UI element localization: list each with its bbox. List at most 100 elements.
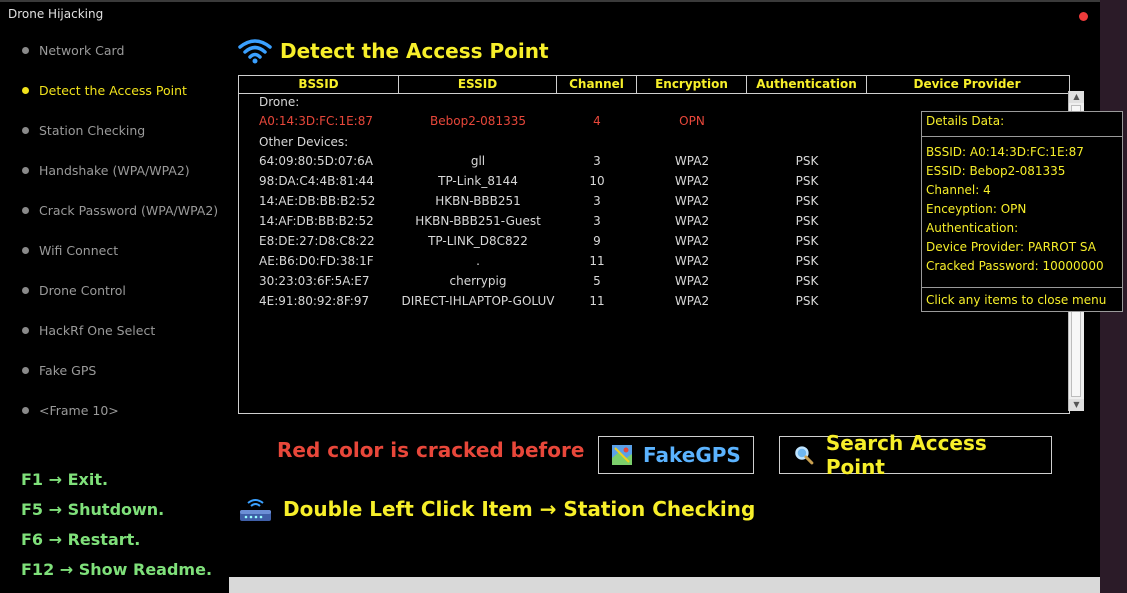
popup-divider bbox=[922, 136, 1122, 137]
cell-essid: DIRECT-IHLAPTOP-GOLUV bbox=[401, 294, 555, 308]
cell-chan: 3 bbox=[593, 154, 601, 168]
sidebar-item[interactable]: <Frame 10> bbox=[22, 400, 119, 420]
popup-divider bbox=[922, 287, 1122, 288]
cell-enc: WPA2 bbox=[674, 274, 710, 288]
shortcut-hint: F5 → Shutdown. bbox=[21, 500, 165, 519]
bullet-icon bbox=[22, 46, 29, 54]
sidebar-item-label: Drone Control bbox=[39, 282, 126, 298]
bullet-icon bbox=[22, 246, 29, 254]
cell-bssid: 14:AF:DB:BB:B2:52 bbox=[259, 214, 374, 228]
cell-essid: HKBN-BBB251 bbox=[435, 194, 521, 208]
hint-row: Double Left Click Item → Station Checkin… bbox=[238, 492, 755, 526]
shortcut-hint: F12 → Show Readme. bbox=[21, 560, 213, 579]
router-icon bbox=[240, 499, 271, 521]
cell-chan: 9 bbox=[593, 234, 601, 248]
cell-chan: 3 bbox=[593, 214, 601, 228]
popup-detail-line: ESSID: Bebop2-081335 bbox=[926, 164, 1066, 178]
cell-bssid: A0:14:3D:FC:1E:87 bbox=[259, 114, 373, 128]
shortcut-hint: F6 → Restart. bbox=[21, 530, 141, 549]
column-header[interactable]: Channel bbox=[557, 76, 637, 93]
column-header[interactable]: Device Provider bbox=[867, 76, 1067, 93]
shortcut-hint: F1 → Exit. bbox=[21, 470, 109, 489]
cell-bssid: 30:23:03:6F:5A:E7 bbox=[259, 274, 370, 288]
title-bar[interactable]: Drone Hijacking bbox=[0, 2, 1100, 26]
popup-detail-line: Device Provider: PARROT SA bbox=[926, 240, 1096, 254]
search-button-label: Search Access Point bbox=[825, 431, 987, 479]
cell-chan: 4 bbox=[593, 114, 601, 128]
fakegps-button[interactable]: FakeGPS bbox=[598, 436, 754, 474]
cell-auth: PSK bbox=[795, 294, 819, 308]
cell-bssid: 64:09:80:5D:07:6A bbox=[259, 154, 374, 168]
cell-bssid: 4E:91:80:92:8F:97 bbox=[259, 294, 370, 308]
sidebar-item[interactable]: HackRf One Select bbox=[22, 320, 155, 340]
fakegps-label: FakeGPS bbox=[643, 443, 741, 467]
popup-detail-line: BSSID: A0:14:3D:FC:1E:87 bbox=[926, 145, 1084, 159]
cell-enc: WPA2 bbox=[674, 294, 710, 308]
cell-auth: PSK bbox=[795, 174, 819, 188]
scroll-up-arrow[interactable]: ▲ bbox=[1069, 91, 1084, 103]
bullet-icon bbox=[22, 406, 29, 414]
popup-detail-line: Authentication: bbox=[926, 221, 1019, 235]
sidebar-item[interactable]: Drone Control bbox=[22, 280, 126, 300]
bullet-icon bbox=[22, 366, 29, 374]
cell-auth: PSK bbox=[795, 234, 819, 248]
cell-enc: WPA2 bbox=[674, 214, 710, 228]
column-header[interactable]: ESSID bbox=[399, 76, 557, 93]
sidebar-item-label: Fake GPS bbox=[39, 362, 97, 378]
cell-enc: WPA2 bbox=[674, 194, 710, 208]
sidebar-item[interactable]: Fake GPS bbox=[22, 360, 96, 380]
sidebar-item-label: Wifi Connect bbox=[39, 242, 119, 258]
cell-essid: . bbox=[476, 254, 480, 268]
sidebar-item[interactable]: Detect the Access Point bbox=[22, 80, 187, 100]
cell-bssid: AE:B6:D0:FD:38:1F bbox=[259, 254, 374, 268]
cell-chan: 11 bbox=[589, 294, 605, 308]
cell-enc: WPA2 bbox=[674, 174, 710, 188]
column-header[interactable]: BSSID bbox=[239, 76, 399, 93]
cell-auth: PSK bbox=[795, 274, 819, 288]
window-title: Drone Hijacking bbox=[8, 7, 104, 21]
close-button[interactable] bbox=[1079, 12, 1088, 21]
group-label: Other Devices: bbox=[259, 135, 349, 149]
sidebar-item-label: Network Card bbox=[39, 42, 125, 58]
sidebar-item[interactable]: Network Card bbox=[22, 40, 124, 60]
cell-chan: 3 bbox=[593, 194, 601, 208]
sidebar-item-label: Detect the Access Point bbox=[39, 82, 187, 98]
cell-essid: TP-LINK_D8C822 bbox=[428, 234, 528, 248]
details-popup[interactable]: Details Data: BSSID: A0:14:3D:FC:1E:87 ES… bbox=[921, 111, 1123, 312]
cell-chan: 5 bbox=[593, 274, 601, 288]
bullet-icon bbox=[22, 206, 29, 214]
group-label: Drone: bbox=[259, 95, 300, 109]
cell-bssid: 98:DA:C4:4B:81:44 bbox=[259, 174, 374, 188]
search-access-point-button[interactable]: Search Access Point bbox=[779, 431, 1052, 479]
sidebar: Network Card Detect the Access Point Stati… bbox=[0, 26, 229, 593]
popup-detail-line: Cracked Password: 10000000 bbox=[926, 259, 1104, 273]
sidebar-item-label: Handshake (WPA/WPA2) bbox=[39, 162, 190, 178]
cell-bssid: 14:AE:DB:BB:B2:52 bbox=[259, 194, 376, 208]
column-header[interactable]: Authentication bbox=[747, 76, 867, 93]
sidebar-item[interactable]: Station Checking bbox=[22, 120, 145, 140]
cell-auth: PSK bbox=[795, 194, 819, 208]
cell-chan: 11 bbox=[589, 254, 605, 268]
cell-enc: WPA2 bbox=[674, 234, 710, 248]
cell-essid: Bebop2-081335 bbox=[430, 114, 526, 128]
cell-enc: WPA2 bbox=[674, 254, 710, 268]
popup-detail-line: Channel: 4 bbox=[926, 183, 991, 197]
page-heading: Detect the Access Point bbox=[238, 36, 549, 66]
column-header[interactable]: Encryption bbox=[637, 76, 747, 93]
sidebar-item[interactable]: Crack Password (WPA/WPA2) bbox=[22, 200, 218, 220]
cell-enc: WPA2 bbox=[674, 154, 710, 168]
sidebar-item[interactable]: Handshake (WPA/WPA2) bbox=[22, 160, 190, 180]
cell-essid: HKBN-BBB251-Guest bbox=[415, 214, 541, 228]
table-header: BSSID ESSID Channel Encryption Authenticatio… bbox=[239, 76, 1069, 94]
sidebar-item-label: Station Checking bbox=[39, 122, 146, 138]
wifi-icon bbox=[238, 39, 272, 64]
cell-essid: cherrypig bbox=[449, 274, 507, 288]
magnifier-icon bbox=[795, 446, 814, 465]
cell-auth: PSK bbox=[795, 154, 819, 168]
scroll-down-arrow[interactable]: ▼ bbox=[1069, 399, 1084, 411]
bullet-icon bbox=[22, 326, 29, 334]
app-window: Drone Hijacking Network Card Detect the A… bbox=[0, 2, 1123, 593]
cracked-legend-note: Red color is cracked before bbox=[277, 438, 585, 462]
cell-bssid: E8:DE:27:D8:C8:22 bbox=[259, 234, 375, 248]
sidebar-item[interactable]: Wifi Connect bbox=[22, 240, 118, 260]
